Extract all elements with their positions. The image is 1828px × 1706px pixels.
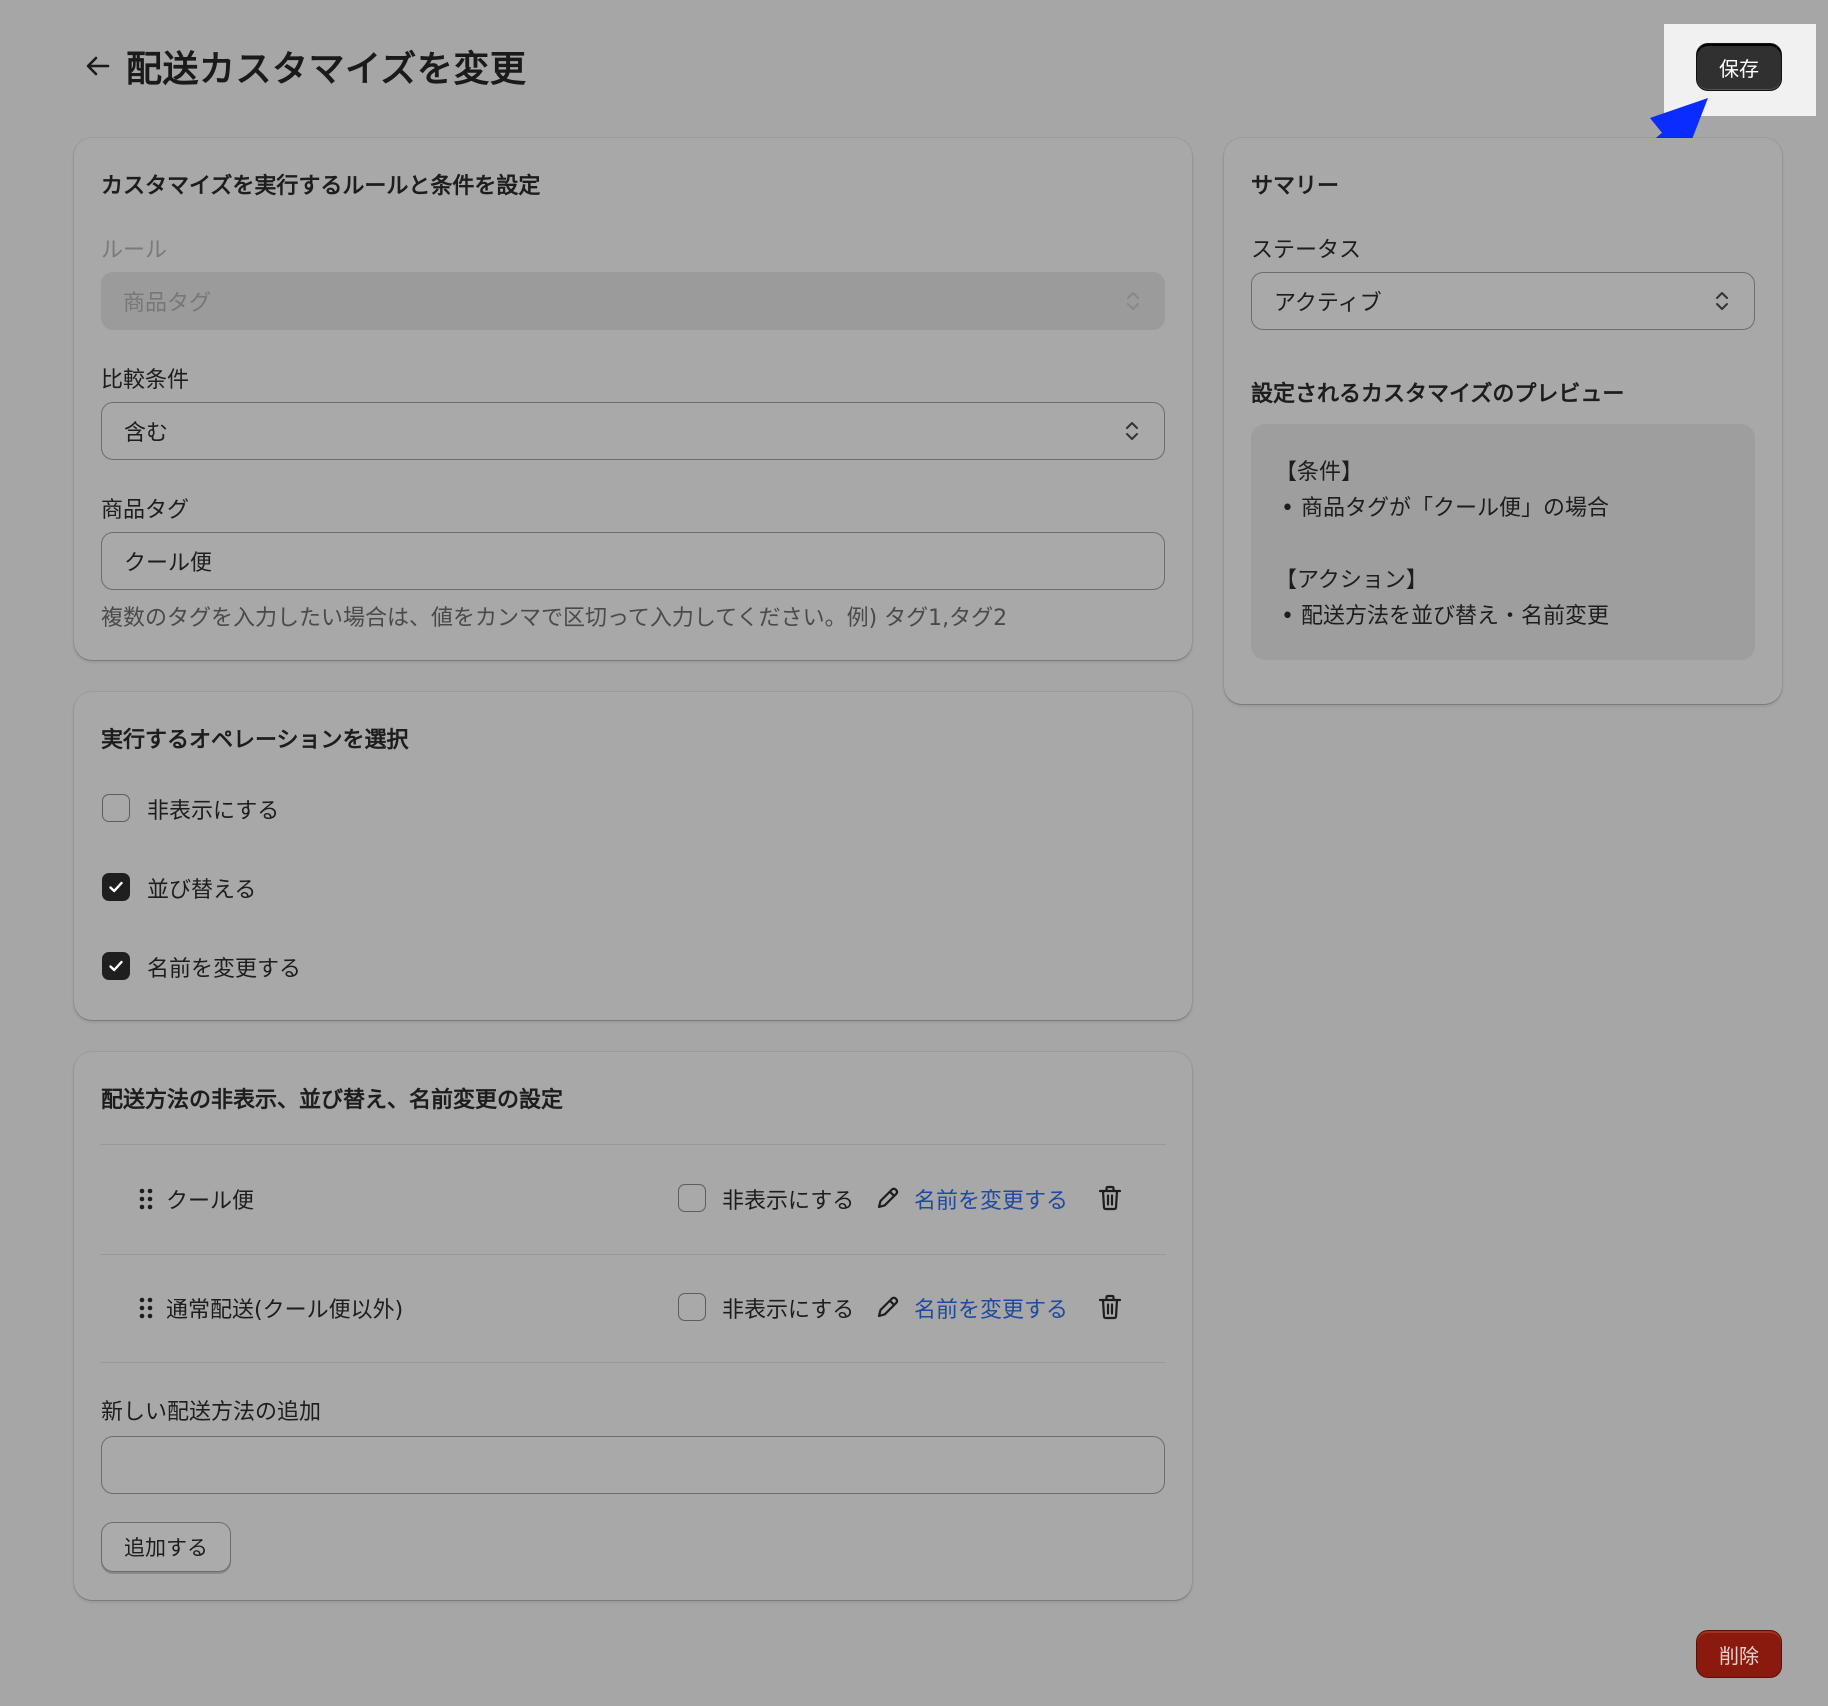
comparison-select-value: 含む (124, 421, 169, 446)
rename-link[interactable]: 名前を変更する (914, 1183, 1068, 1215)
preview-action-heading: 【アクション】 (1275, 568, 1428, 593)
preview-box: 【条件】 • 商品タグが「クール便」の場合 【アクション】 • 配送方法を並び替… (1251, 424, 1755, 660)
status-select-value: アクティブ (1274, 291, 1382, 316)
comparison-select[interactable]: 含む (101, 402, 1165, 460)
summary-card-title: サマリー (1251, 174, 1340, 199)
new-method-label: 新しい配送方法の追加 (101, 1400, 322, 1425)
chevron-up-down-icon (1127, 292, 1139, 310)
add-method-button[interactable]: 追加する (101, 1522, 231, 1572)
chevron-up-down-icon (1126, 422, 1138, 440)
page-header: 配送カスタマイズを変更 (80, 40, 526, 92)
product-tag-help-text: 複数のタグを入力したい場合は、値をカンマで区切って入力してください。例) タグ1… (101, 606, 1008, 631)
shipping-method-name: 通常配送(クール便以外) (166, 1298, 404, 1323)
preview-action-item: • 配送方法を並び替え・名前変更 (1281, 604, 1609, 629)
option-sort-checkbox[interactable] (102, 873, 130, 901)
status-select[interactable]: アクティブ (1251, 272, 1755, 330)
back-button[interactable] (80, 48, 116, 84)
delete-row-button[interactable] (1096, 1184, 1124, 1212)
preview-title: 設定されるカスタマイズのプレビュー (1251, 382, 1625, 407)
product-tag-input[interactable]: クール便 (101, 532, 1165, 590)
option-rename-checkbox[interactable] (102, 952, 130, 980)
divider (100, 1254, 1166, 1255)
operations-card: 実行するオペレーションを選択 非表示にする 並び替える 名前を変更する (74, 692, 1192, 1020)
option-sort-label: 並び替える (147, 878, 257, 903)
page-title: 配送カスタマイズを変更 (126, 49, 527, 90)
rename-link[interactable]: 名前を変更する (914, 1292, 1068, 1324)
shipping-method-hide-checkbox[interactable] (678, 1184, 706, 1212)
save-button[interactable]: 保存 (1696, 43, 1782, 91)
drag-handle-icon[interactable] (139, 1188, 153, 1210)
product-tag-label: 商品タグ (101, 498, 190, 523)
shipping-method-name: クール便 (166, 1189, 255, 1214)
checkmark-icon (109, 960, 123, 972)
preview-condition-item: • 商品タグが「クール便」の場合 (1281, 496, 1609, 521)
product-tag-input-value: クール便 (124, 551, 213, 576)
pencil-icon (877, 1187, 899, 1209)
status-label: ステータス (1251, 238, 1362, 263)
trash-icon (1098, 1294, 1122, 1320)
preview-condition-heading: 【条件】 (1275, 460, 1364, 485)
divider (100, 1144, 1166, 1145)
checkmark-icon (109, 881, 123, 893)
option-rename-label: 名前を変更する (147, 957, 302, 982)
drag-handle-icon[interactable] (139, 1297, 153, 1319)
rules-card: カスタマイズを実行するルールと条件を設定 ルール 商品タグ 比較条件 含む 商品… (74, 138, 1192, 660)
summary-card: サマリー ステータス アクティブ 設定されるカスタマイズのプレビュー 【条件】 … (1224, 138, 1782, 704)
trash-icon (1098, 1185, 1122, 1211)
delete-row-button[interactable] (1096, 1293, 1124, 1321)
shipping-method-hide-checkbox[interactable] (678, 1293, 706, 1321)
option-hide-label: 非表示にする (147, 799, 280, 824)
delete-button[interactable]: 削除 (1696, 1630, 1782, 1678)
rule-label: ルール (101, 238, 168, 263)
comparison-label: 比較条件 (101, 368, 190, 393)
rule-select[interactable]: 商品タグ (101, 272, 1165, 330)
shipping-methods-card: 配送方法の非表示、並び替え、名前変更の設定 クール便 非表示にする 名前を変更す… (74, 1052, 1192, 1600)
pencil-icon (877, 1296, 899, 1318)
shipping-methods-card-title: 配送方法の非表示、並び替え、名前変更の設定 (101, 1088, 564, 1113)
rule-select-value: 商品タグ (123, 291, 212, 316)
divider (100, 1362, 1166, 1363)
option-hide-checkbox[interactable] (102, 794, 130, 822)
operations-card-title: 実行するオペレーションを選択 (101, 728, 409, 753)
shipping-method-hide-label: 非表示にする (722, 1298, 855, 1323)
arrow-left-icon (86, 56, 110, 76)
chevron-up-down-icon (1716, 292, 1728, 310)
rename-button[interactable] (874, 1293, 902, 1321)
rename-button[interactable] (874, 1184, 902, 1212)
new-method-input[interactable] (101, 1436, 1165, 1494)
shipping-method-hide-label: 非表示にする (722, 1189, 855, 1214)
rules-card-title: カスタマイズを実行するルールと条件を設定 (101, 174, 541, 199)
